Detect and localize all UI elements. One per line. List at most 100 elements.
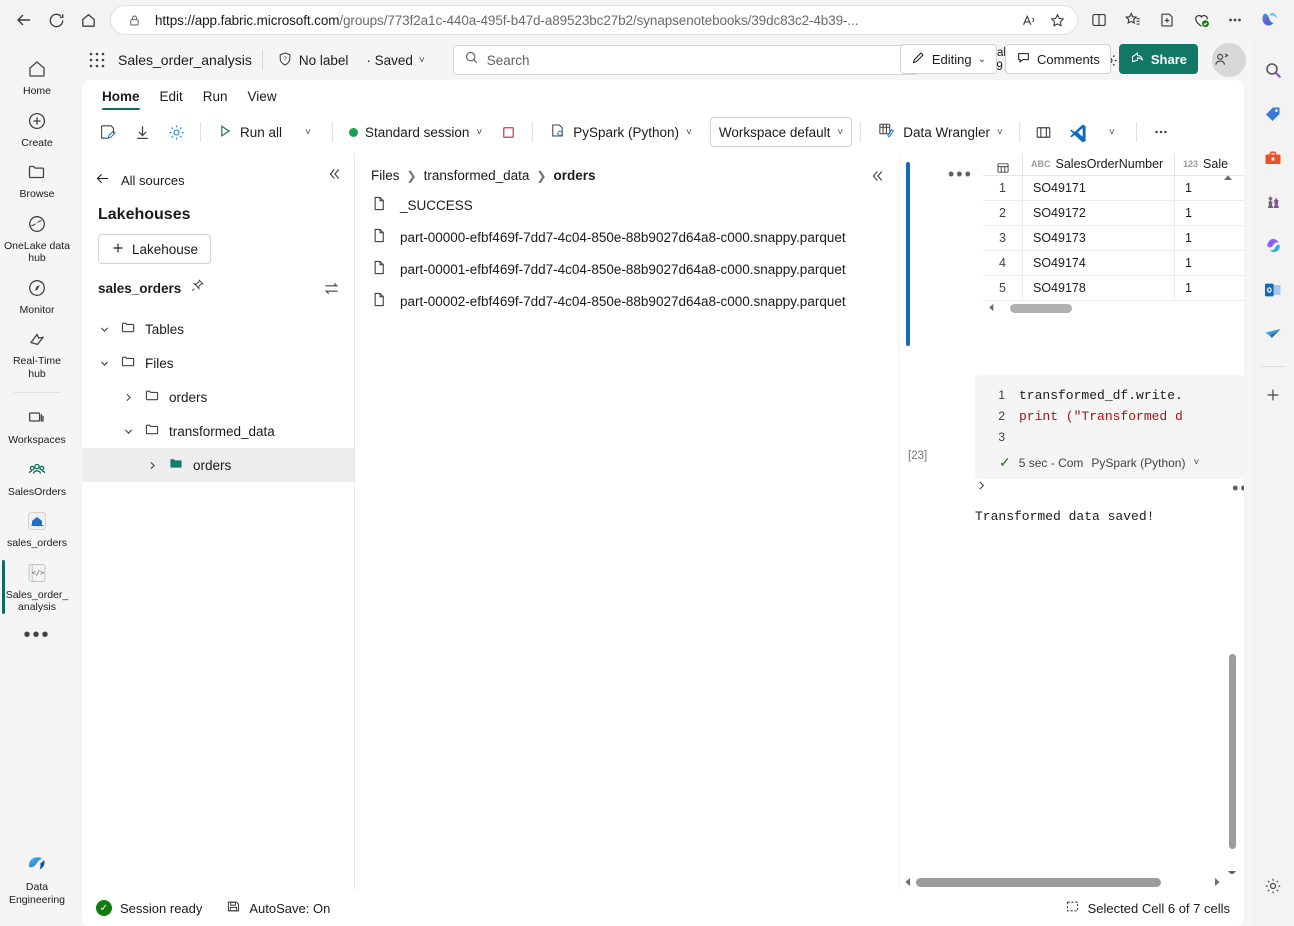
tab-run[interactable]: Run bbox=[193, 85, 238, 112]
rail-item-salesorders[interactable]: SalesOrders bbox=[2, 453, 72, 503]
shopping-tag-icon[interactable] bbox=[1257, 98, 1289, 130]
grid-column-header[interactable]: ABC SalesOrderNumber bbox=[1022, 154, 1174, 175]
toolbar-more-icon[interactable] bbox=[1145, 117, 1177, 147]
tree-node-orders[interactable]: orders bbox=[82, 380, 354, 414]
collections-icon[interactable] bbox=[1116, 4, 1150, 36]
saved-status[interactable]: · Saved ˅ bbox=[366, 53, 424, 68]
code-cell[interactable]: 1 transformed_df.write. 2 print ("Transf… bbox=[975, 375, 1244, 479]
all-sources-button[interactable]: All sources bbox=[82, 162, 354, 192]
environment-selector[interactable]: Workspace default ˅ bbox=[709, 117, 853, 147]
autosave-status[interactable]: AutoSave: On bbox=[226, 899, 330, 917]
microsoft-365-icon[interactable] bbox=[1257, 230, 1289, 262]
editing-mode-button[interactable]: Editing ⌄ bbox=[899, 44, 997, 74]
list-item[interactable]: _SUCCESS bbox=[355, 189, 899, 221]
tab-edit[interactable]: Edit bbox=[150, 85, 193, 112]
list-item[interactable]: part-00002-efbf469f-7dd7-4c04-850e-88b90… bbox=[355, 285, 899, 317]
notebook-horizontal-scrollbar[interactable] bbox=[900, 874, 1244, 890]
outlook-icon[interactable] bbox=[1257, 274, 1289, 306]
star-icon[interactable] bbox=[1043, 6, 1071, 34]
vscode-icon[interactable] bbox=[1062, 117, 1094, 147]
collapse-right-icon[interactable] bbox=[869, 168, 885, 189]
sensitivity-label-button[interactable]: ? No label bbox=[269, 47, 357, 74]
add-lakehouse-button[interactable]: Lakehouse bbox=[98, 234, 212, 264]
rail-item-real-time-hub[interactable]: Real-Time hub bbox=[2, 322, 72, 384]
notebook-vertical-scrollbar[interactable] bbox=[1226, 654, 1238, 882]
more-icon[interactable] bbox=[1218, 4, 1252, 36]
grid-horizontal-scrollbar[interactable] bbox=[983, 301, 1219, 315]
table-row[interactable]: 4 SO49174 1 bbox=[983, 251, 1244, 276]
grid-column-header[interactable]: 123 Sale bbox=[1174, 154, 1244, 175]
rail-item-sales-order-analysis[interactable]: </> Sales_order_ analysis bbox=[2, 556, 72, 618]
save-as-icon[interactable] bbox=[92, 117, 124, 147]
add-people-icon[interactable] bbox=[1206, 44, 1236, 74]
tab-view[interactable]: View bbox=[238, 85, 287, 112]
search-icon[interactable] bbox=[1257, 54, 1289, 86]
chevron-down-icon[interactable] bbox=[120, 426, 136, 437]
cell-more-icon[interactable]: ••• bbox=[948, 165, 973, 183]
rail-more-icon[interactable]: ••• bbox=[23, 620, 50, 645]
add-sidebar-icon[interactable] bbox=[1257, 379, 1289, 411]
collapse-left-icon[interactable] bbox=[326, 166, 342, 187]
table-row[interactable]: 5 SO49178 1 bbox=[983, 276, 1244, 301]
scroll-thumb[interactable] bbox=[916, 877, 1161, 887]
scroll-track[interactable] bbox=[1000, 303, 1200, 313]
breadcrumb-item-files[interactable]: Files bbox=[371, 168, 400, 183]
rail-item-sales-orders[interactable]: sales_orders bbox=[2, 504, 72, 554]
sidebar-settings-icon[interactable] bbox=[1257, 870, 1289, 902]
share-button[interactable]: Share bbox=[1118, 44, 1198, 74]
notebook-title[interactable]: Sales_order_analysis bbox=[118, 52, 262, 68]
swap-datasource-icon[interactable] bbox=[323, 280, 340, 302]
chevron-down-icon[interactable] bbox=[96, 324, 112, 335]
app-launcher-icon[interactable] bbox=[80, 43, 114, 77]
stop-square-icon[interactable] bbox=[492, 117, 524, 147]
list-item[interactable]: part-00001-efbf469f-7dd7-4c04-850e-88b90… bbox=[355, 253, 899, 285]
session-ready-status[interactable]: ✓ Session ready bbox=[96, 900, 202, 916]
session-status-button[interactable]: Standard session ˅ bbox=[341, 117, 490, 147]
back-arrow-icon[interactable] bbox=[8, 4, 40, 36]
language-selector[interactable]: PySpark (Python) ˅ bbox=[541, 117, 700, 147]
rail-item-monitor[interactable]: Monitor bbox=[2, 271, 72, 321]
split-screen-icon[interactable] bbox=[1082, 4, 1116, 36]
copilot-icon[interactable] bbox=[1252, 4, 1286, 36]
tree-node-orders-selected[interactable]: orders bbox=[82, 448, 354, 482]
tree-node-tables[interactable]: Tables bbox=[82, 312, 354, 346]
output-toggle[interactable]: ••• bbox=[975, 479, 1244, 497]
address-bar[interactable]: https://app.fabric.microsoft.com/groups/… bbox=[110, 5, 1078, 35]
run-all-button[interactable]: Run all bbox=[209, 117, 290, 147]
tree-node-transformed-data[interactable]: transformed_data bbox=[82, 414, 354, 448]
reload-icon[interactable] bbox=[40, 4, 72, 36]
search-input[interactable]: Search bbox=[452, 45, 919, 75]
vscode-chevron-icon[interactable]: ˅ bbox=[1096, 117, 1128, 147]
read-aloud-icon[interactable] bbox=[1015, 6, 1043, 34]
list-item[interactable]: part-00000-efbf469f-7dd7-4c04-850e-88b90… bbox=[355, 221, 899, 253]
games-icon[interactable] bbox=[1257, 186, 1289, 218]
browser-essentials-icon[interactable] bbox=[1184, 4, 1218, 36]
rail-item-data-engineering[interactable]: Data Engineering bbox=[2, 848, 72, 910]
chevron-right-icon[interactable] bbox=[975, 479, 988, 497]
chevron-down-icon[interactable] bbox=[96, 358, 112, 369]
chevron-right-icon[interactable] bbox=[144, 460, 160, 471]
table-row[interactable]: 3 SO49173 1 bbox=[983, 226, 1244, 251]
rail-item-create[interactable]: Create bbox=[2, 104, 72, 154]
breadcrumb-item-transformed-data[interactable]: transformed_data bbox=[424, 168, 530, 183]
chevron-right-icon[interactable] bbox=[120, 392, 136, 403]
layout-icon[interactable] bbox=[1028, 117, 1060, 147]
chevron-down-icon[interactable]: ˅ bbox=[1193, 457, 1199, 468]
scroll-thumb[interactable] bbox=[1010, 303, 1072, 313]
comments-button[interactable]: Comments bbox=[1005, 44, 1111, 74]
tree-node-files[interactable]: Files bbox=[82, 346, 354, 380]
grid-vertical-scrollbar[interactable] bbox=[1223, 172, 1233, 317]
add-favorites-icon[interactable] bbox=[1150, 4, 1184, 36]
run-all-chevron-icon[interactable]: ˅ bbox=[292, 117, 324, 147]
scroll-left-icon[interactable] bbox=[987, 301, 996, 315]
tab-home[interactable]: Home bbox=[92, 85, 150, 112]
data-wrangler-button[interactable]: Data Wrangler ˅ bbox=[869, 117, 1011, 147]
rail-item-browse[interactable]: Browse bbox=[2, 155, 72, 205]
send-icon[interactable] bbox=[1257, 318, 1289, 350]
datasource-row[interactable]: sales_orders bbox=[82, 264, 354, 304]
scroll-thumb[interactable] bbox=[1229, 654, 1236, 849]
pin-icon[interactable] bbox=[190, 278, 205, 298]
rail-item-onelake-data-hub[interactable]: OneLake data hub bbox=[2, 207, 72, 269]
home-icon[interactable] bbox=[72, 4, 104, 36]
export-download-icon[interactable] bbox=[126, 117, 158, 147]
